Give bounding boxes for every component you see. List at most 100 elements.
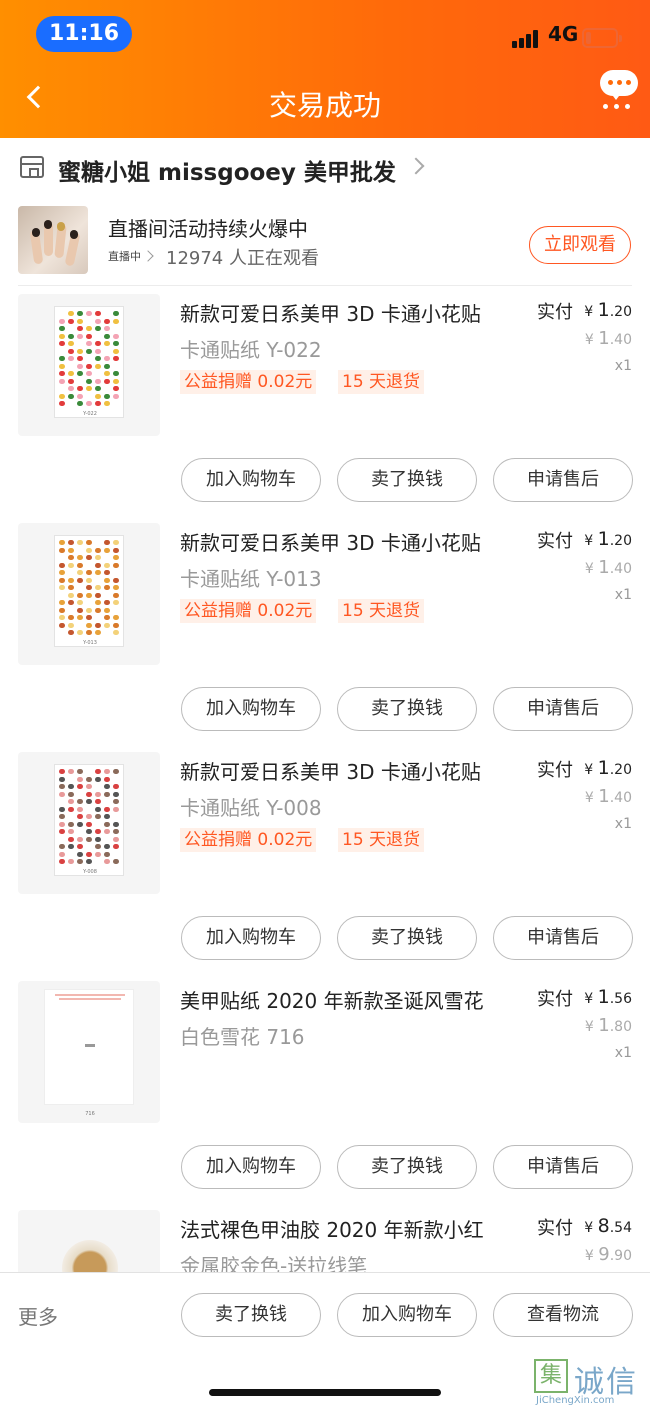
add-to-cart-button[interactable]: 加入购物车	[181, 687, 321, 731]
sticker-motif	[77, 348, 83, 354]
sticker-motif	[104, 791, 110, 797]
sticker-motif	[86, 791, 92, 797]
tag-return: 15 天退货	[338, 599, 425, 623]
sticker-motif	[113, 769, 119, 774]
sticker-motif	[77, 311, 83, 316]
view-logistics-button[interactable]: 查看物流	[493, 1293, 633, 1337]
product-name[interactable]: 新款可爱日系美甲 3D 卡通小花贴	[180, 756, 481, 785]
sticker-motif	[86, 401, 92, 406]
sticker-motif	[77, 784, 83, 789]
home-indicator[interactable]	[209, 1389, 441, 1396]
sticker-motif	[95, 547, 101, 553]
sticker-motif	[86, 784, 92, 789]
sticker-motif	[86, 622, 92, 628]
after-sale-button[interactable]: 申请售后	[493, 687, 633, 731]
after-sale-button[interactable]: 申请售后	[493, 458, 633, 502]
sticker-motif	[95, 829, 101, 834]
sticker-motif	[95, 630, 101, 635]
status-time: 11:16	[36, 16, 132, 52]
resell-button[interactable]: 卖了换钱	[337, 687, 477, 731]
sticker-motif	[95, 318, 101, 324]
live-tag: 直播中	[108, 250, 141, 263]
sticker-motif	[104, 844, 110, 849]
sticker-motif	[68, 356, 74, 361]
resell-button[interactable]: 卖了换钱	[337, 1145, 477, 1189]
product-image[interactable]: Y-013	[18, 523, 160, 665]
product-name[interactable]: 新款可爱日系美甲 3D 卡通小花贴	[180, 298, 481, 327]
sticker-motif	[113, 378, 119, 384]
resell-button[interactable]: 卖了换钱	[337, 458, 477, 502]
sticker-motif	[68, 318, 74, 324]
sticker-motif	[68, 371, 74, 376]
order-item[interactable]: Y-013 新款可爱日系美甲 3D 卡通小花贴 卡通贴纸 Y-013 公益捐赠 …	[0, 515, 650, 744]
order-item[interactable]: 716 美甲贴纸 2020 年新款圣诞风雪花 白色雪花 716 实付 ¥ 1.5…	[0, 973, 650, 1202]
add-to-cart-button[interactable]: 加入购物车	[181, 458, 321, 502]
sticker-motif	[104, 333, 110, 339]
add-to-cart-button[interactable]: 加入购物车	[181, 916, 321, 960]
product-spec: 卡通贴纸 Y-022	[180, 338, 322, 362]
sticker-motif	[77, 363, 83, 369]
sticker-motif	[113, 547, 119, 553]
sticker-motif	[77, 356, 83, 361]
live-viewers: 12974 人正在观看	[166, 248, 319, 269]
resell-button[interactable]: 卖了换钱	[181, 1293, 321, 1337]
sticker-motif	[95, 769, 101, 774]
sticker-motif	[77, 592, 83, 598]
sticker-sheet: 716	[44, 989, 134, 1117]
original-price: ¥ 9.90	[584, 1244, 632, 1265]
product-name[interactable]: 法式裸色甲油胶 2020 年新款小红	[180, 1214, 484, 1243]
live-banner[interactable]: 直播间活动持续火爆中 直播中 12974 人正在观看 立即观看	[0, 198, 650, 286]
more-button[interactable]: 更多	[18, 1301, 58, 1330]
product-name[interactable]: 新款可爱日系美甲 3D 卡通小花贴	[180, 527, 481, 556]
sticker-motif	[86, 341, 92, 346]
sticker-motif	[104, 859, 110, 864]
sticker-motif	[113, 799, 119, 804]
after-sale-button[interactable]: 申请售后	[493, 916, 633, 960]
product-image[interactable]: Y-022	[18, 294, 160, 436]
sticker-motif	[68, 378, 74, 384]
sticker-motif	[59, 585, 65, 590]
sticker-motif	[113, 393, 119, 399]
sticker-motif	[68, 555, 74, 560]
order-item-list[interactable]: Y-022 新款可爱日系美甲 3D 卡通小花贴 卡通贴纸 Y-022 公益捐赠 …	[0, 286, 650, 1272]
sticker-motif	[104, 769, 110, 774]
sticker-motif	[113, 859, 119, 864]
sticker-motif	[95, 348, 101, 354]
sticker-motif	[104, 393, 110, 399]
product-image[interactable]: 716	[18, 981, 160, 1123]
sticker-motif	[59, 363, 65, 369]
sticker-motif	[68, 341, 74, 346]
resell-button[interactable]: 卖了换钱	[337, 916, 477, 960]
sticker-motif	[95, 311, 101, 316]
add-to-cart-button[interactable]: 加入购物车	[337, 1293, 477, 1337]
product-name[interactable]: 美甲贴纸 2020 年新款圣诞风雪花	[180, 985, 484, 1014]
sticker-motif	[68, 585, 74, 590]
sticker-motif	[104, 318, 110, 324]
sticker-motif	[86, 363, 92, 369]
sticker-motif	[95, 401, 101, 406]
sticker-motif	[104, 356, 110, 361]
sticker-motif	[77, 318, 83, 324]
order-item[interactable]: Y-022 新款可爱日系美甲 3D 卡通小花贴 卡通贴纸 Y-022 公益捐赠 …	[0, 286, 650, 515]
after-sale-button[interactable]: 申请售后	[493, 1145, 633, 1189]
sticker-motif	[113, 784, 119, 789]
product-image[interactable]: Y-008	[18, 752, 160, 894]
order-item[interactable]: Y-008 新款可爱日系美甲 3D 卡通小花贴 卡通贴纸 Y-008 公益捐赠 …	[0, 744, 650, 973]
sticker-motif	[68, 821, 74, 827]
add-to-cart-button[interactable]: 加入购物车	[181, 1145, 321, 1189]
sticker-motif	[95, 851, 101, 857]
sticker-motif	[59, 356, 65, 361]
sticker-motif	[59, 615, 65, 620]
sticker-motif	[68, 311, 74, 316]
shop-row[interactable]: 蜜糖小姐 missgooey 美甲批发	[0, 138, 650, 198]
sticker-motif	[113, 836, 119, 842]
paid-price: ¥ 8.54	[584, 1215, 632, 1237]
watch-now-button[interactable]: 立即观看	[529, 226, 631, 264]
order-item[interactable]: 法式裸色甲油胶 2020 年新款小红 金属胶金色-送拉线笔 实付 ¥ 8.54 …	[0, 1202, 650, 1272]
sticker-motif	[86, 386, 92, 391]
sticker-motif	[86, 776, 92, 782]
chat-icon[interactable]	[600, 70, 640, 110]
product-image[interactable]	[18, 1210, 160, 1272]
paid-label: 实付	[537, 989, 573, 1010]
sticker-motif	[59, 371, 65, 376]
